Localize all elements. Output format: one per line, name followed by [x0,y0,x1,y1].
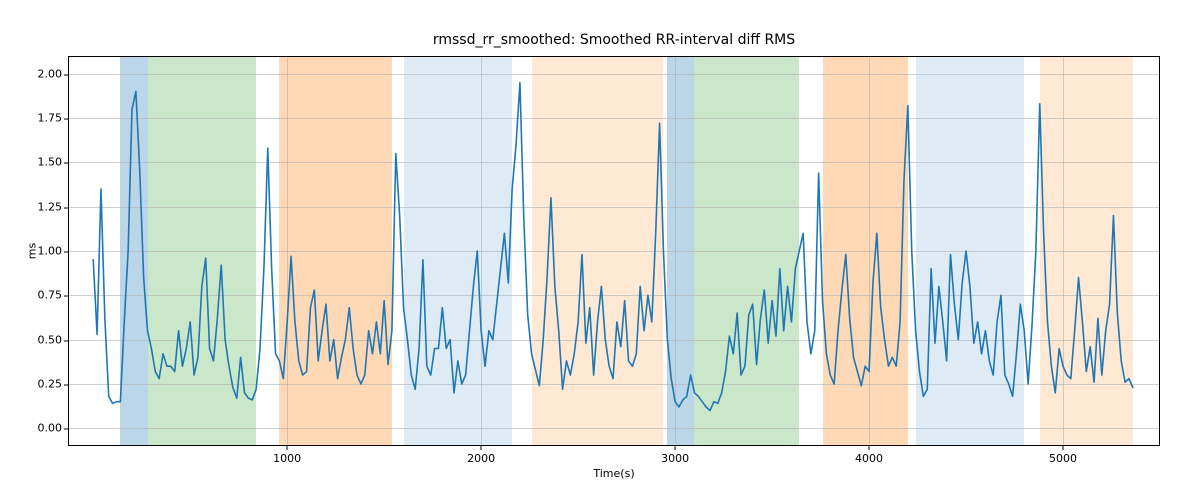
y-tick-label: 1.25 [38,200,63,213]
y-tick-label: 0.75 [38,289,63,302]
x-tick-mark [869,446,870,450]
x-tick-mark [481,446,482,450]
y-tick-label: 1.75 [38,112,63,125]
y-tick-mark [64,207,68,208]
y-tick-mark [64,296,68,297]
y-tick-label: 0.50 [38,333,63,346]
y-tick-mark [64,340,68,341]
x-tick-mark [1063,446,1064,450]
x-tick-label: 4000 [855,452,883,465]
y-tick-mark [64,74,68,75]
x-tick-label: 3000 [661,452,689,465]
x-tick-label: 5000 [1049,452,1077,465]
y-tick-mark [64,384,68,385]
y-tick-label: 1.50 [38,156,63,169]
y-tick-label: 0.00 [38,422,63,435]
chart-axes: rmssd_rr_smoothed: Smoothed RR-interval … [68,56,1160,446]
x-tick-label: 1000 [273,452,301,465]
chart-title: rmssd_rr_smoothed: Smoothed RR-interval … [68,32,1160,48]
x-tick-label: 2000 [467,452,495,465]
x-tick-mark [675,446,676,450]
y-tick-mark [64,119,68,120]
y-tick-mark [64,163,68,164]
line-series [68,56,1160,446]
y-tick-label: 0.25 [38,377,63,390]
figure: rmssd_rr_smoothed: Smoothed RR-interval … [0,0,1200,500]
series-path [93,83,1133,411]
y-tick-label: 1.00 [38,245,63,258]
y-tick-mark [64,429,68,430]
x-tick-mark [287,446,288,450]
y-tick-label: 2.00 [38,67,63,80]
y-tick-mark [64,252,68,253]
x-axis-label: Time(s) [68,467,1160,480]
